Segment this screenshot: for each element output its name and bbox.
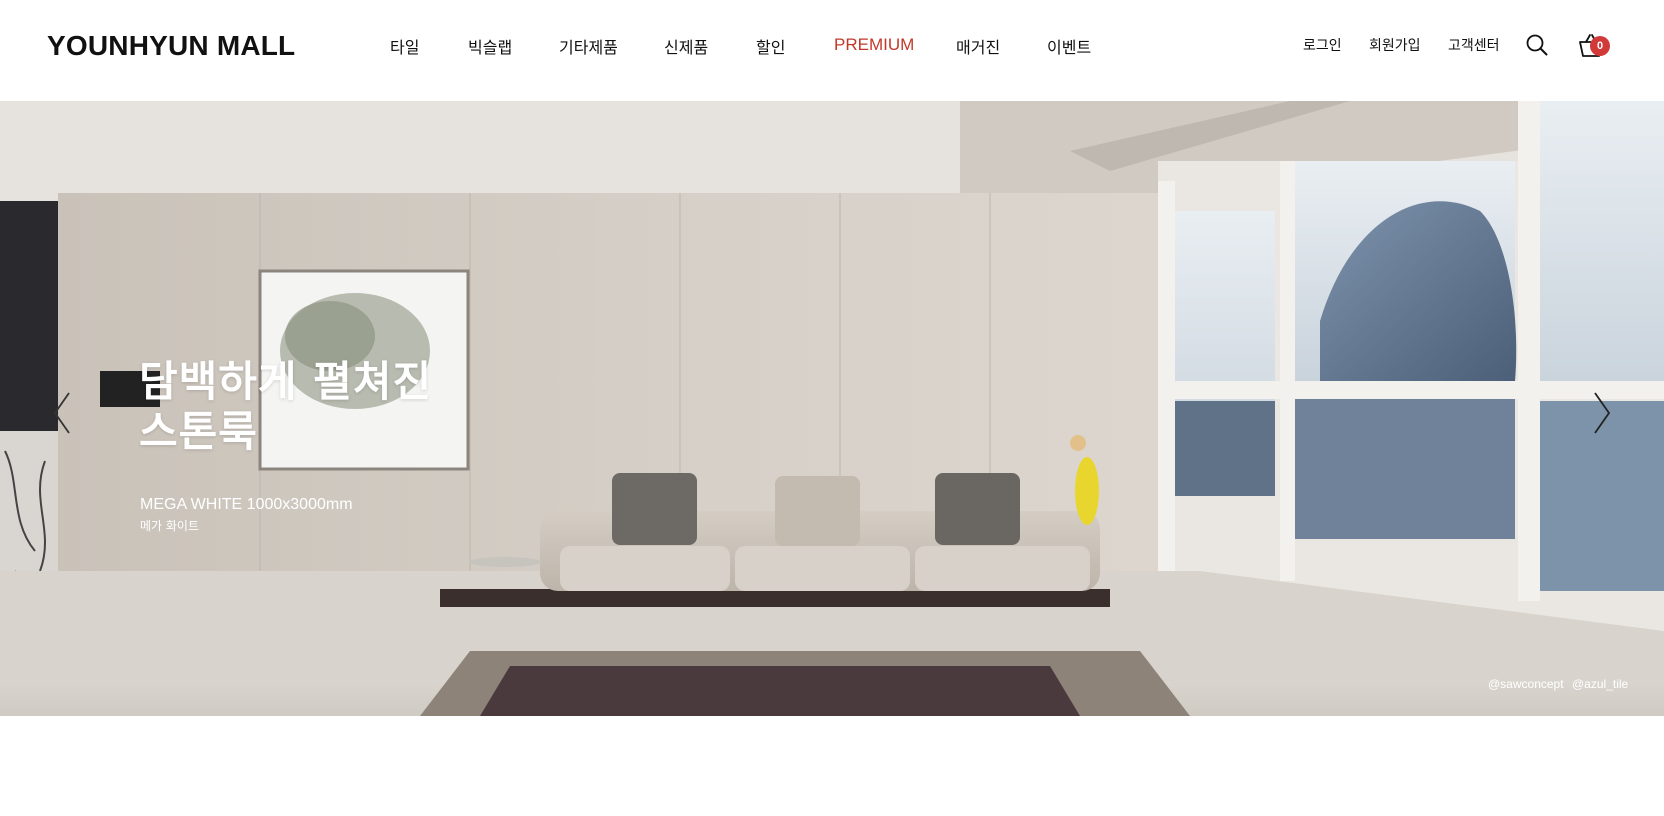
search-icon[interactable] [1526, 34, 1548, 60]
hero-product-name-kr: 메가 화이트 [140, 519, 200, 533]
nav-item-magazine[interactable]: 매거진 [956, 34, 1000, 58]
site-header: YOUNHYUN MALL 타일 빅슬랩 기타제품 신제품 할인 PREMIUM… [0, 0, 1664, 101]
hero-title-line1: 담백하게 펼쳐진 [139, 357, 433, 406]
chevron-left-icon[interactable] [52, 391, 72, 439]
hero-title-line2: 스톤룩 [139, 407, 258, 456]
hero-title: 담백하게 펼쳐진 스톤룩 [139, 357, 432, 457]
nav-item-other[interactable]: 기타제품 [559, 34, 618, 58]
hero-credit-2[interactable]: @azul_tile [1572, 677, 1628, 691]
hero-product-name: MEGA WHITE 1000x3000mm [140, 496, 353, 513]
nav-item-bigslab[interactable]: 빅슬랩 [468, 34, 512, 58]
hero-banner[interactable]: 담백하게 펼쳐진 스톤룩 MEGA WHITE 1000x3000mm 메가 화… [0, 101, 1664, 716]
nav-item-event[interactable]: 이벤트 [1047, 34, 1091, 58]
cart-count-badge: 0 [1590, 36, 1610, 56]
support-link[interactable]: 고객센터 [1448, 35, 1500, 55]
login-link[interactable]: 로그인 [1303, 35, 1342, 55]
site-logo[interactable]: YOUNHYUN MALL [47, 30, 295, 62]
signup-link[interactable]: 회원가입 [1369, 35, 1421, 55]
content-area [0, 716, 1664, 816]
nav-item-tile[interactable]: 타일 [390, 34, 419, 58]
nav-item-sale[interactable]: 할인 [756, 34, 785, 58]
nav-item-premium[interactable]: PREMIUM [834, 35, 914, 55]
hero-credit-1[interactable]: @sawconcept [1488, 677, 1564, 691]
chevron-right-icon[interactable] [1592, 391, 1612, 439]
nav-item-new[interactable]: 신제품 [664, 34, 708, 58]
